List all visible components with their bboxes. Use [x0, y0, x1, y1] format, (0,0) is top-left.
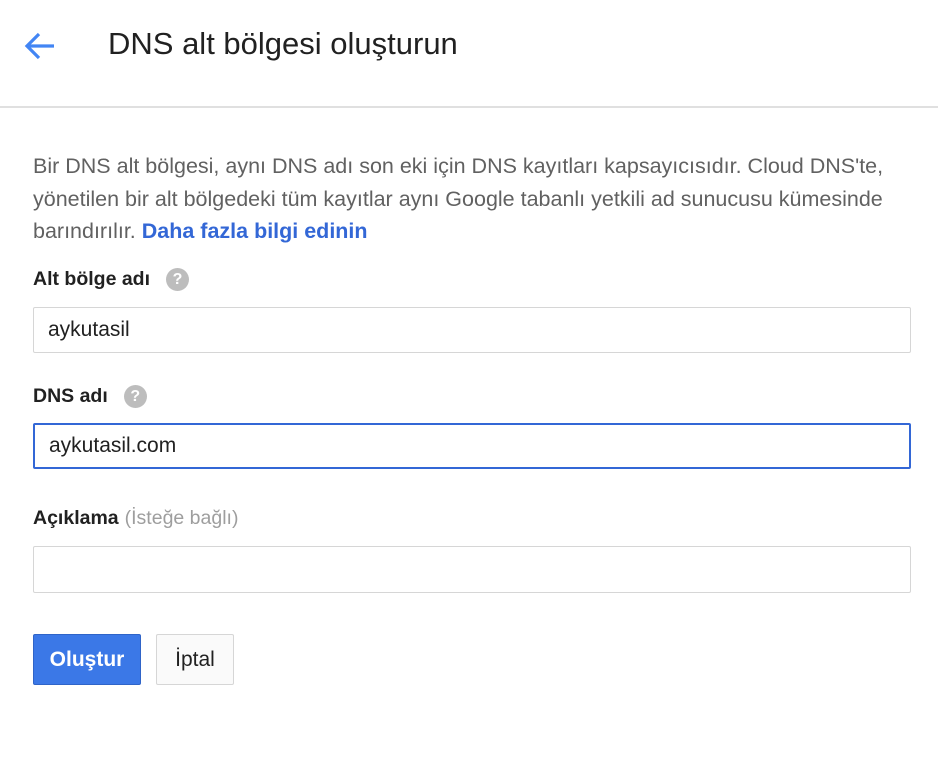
arrow-left-icon — [24, 32, 54, 60]
description-input[interactable] — [33, 546, 911, 593]
dns-name-input[interactable] — [33, 423, 911, 469]
zone-name-label-text: Alt bölge adı — [33, 268, 150, 290]
page-header: DNS alt bölgesi oluşturun — [0, 0, 938, 108]
dns-name-label: DNS adı ? — [33, 385, 147, 408]
help-icon[interactable]: ? — [123, 385, 147, 408]
learn-more-link[interactable]: Daha fazla bilgi edinin — [142, 219, 368, 243]
zone-name-label: Alt bölge adı ? — [33, 268, 189, 291]
cancel-button[interactable]: İptal — [156, 634, 234, 685]
description-label: Açıklama (İsteğe bağlı) — [33, 507, 238, 530]
back-button[interactable] — [18, 26, 62, 66]
page-title: DNS alt bölgesi oluşturun — [108, 26, 458, 61]
dns-name-label-text: DNS adı — [33, 385, 108, 407]
description-label-text: Açıklama — [33, 507, 119, 529]
description-text: Bir DNS alt bölgesi, aynı DNS adı son ek… — [33, 150, 913, 248]
optional-hint: (İsteğe bağlı) — [124, 507, 239, 529]
description-section: Bir DNS alt bölgesi, aynı DNS adı son ek… — [33, 150, 913, 248]
help-icon[interactable]: ? — [166, 268, 189, 291]
zone-name-input[interactable] — [33, 307, 911, 353]
create-button[interactable]: Oluştur — [33, 634, 141, 685]
